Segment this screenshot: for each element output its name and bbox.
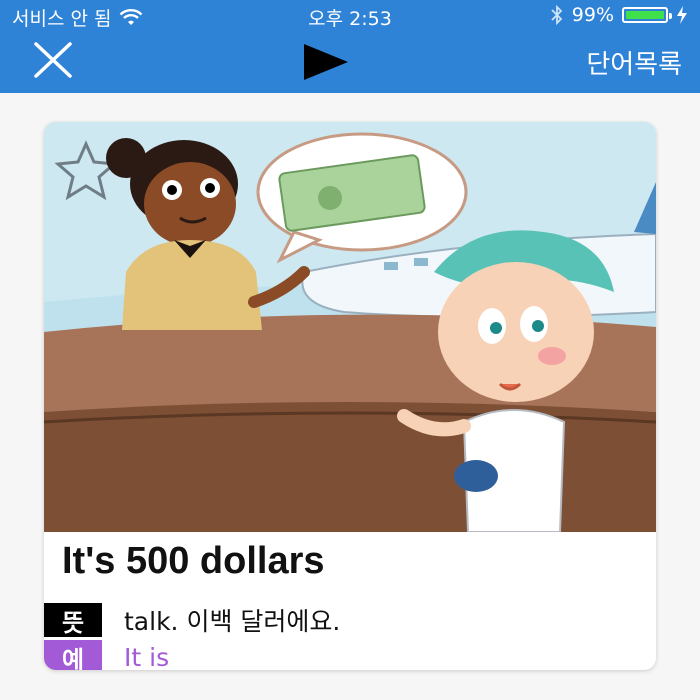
battery-percent: 99% — [571, 4, 614, 26]
word-list-button[interactable]: 단어목록 — [586, 44, 682, 81]
bluetooth-icon — [551, 5, 563, 25]
battery-icon — [622, 7, 672, 23]
example-row: 예 It is — [44, 640, 169, 670]
close-icon[interactable] — [30, 40, 76, 80]
status-right: 99% — [550, 4, 688, 26]
meaning-tag: 뜻 — [44, 603, 102, 637]
example-tag: 예 — [44, 640, 102, 670]
battery-level-fill — [626, 11, 664, 19]
phrase-title: It's 500 dollars — [62, 540, 325, 582]
charging-bolt-icon — [677, 6, 687, 24]
meaning-text: talk. 이백 달러에요. — [124, 607, 341, 636]
scene-illustration — [44, 122, 656, 532]
play-icon[interactable] — [302, 42, 350, 82]
flashcard: It's 500 dollars 뜻 talk. 이백 달러에요. 예 It i… — [44, 122, 656, 670]
example-text: It is — [124, 642, 170, 671]
battery-nub — [669, 13, 672, 19]
app-header: 서비스 안 됨 오후 2:53 99% 단어목록 — [0, 0, 700, 93]
status-bar: 서비스 안 됨 오후 2:53 99% — [0, 0, 700, 32]
meaning-row: 뜻 talk. 이백 달러에요. — [44, 602, 340, 638]
